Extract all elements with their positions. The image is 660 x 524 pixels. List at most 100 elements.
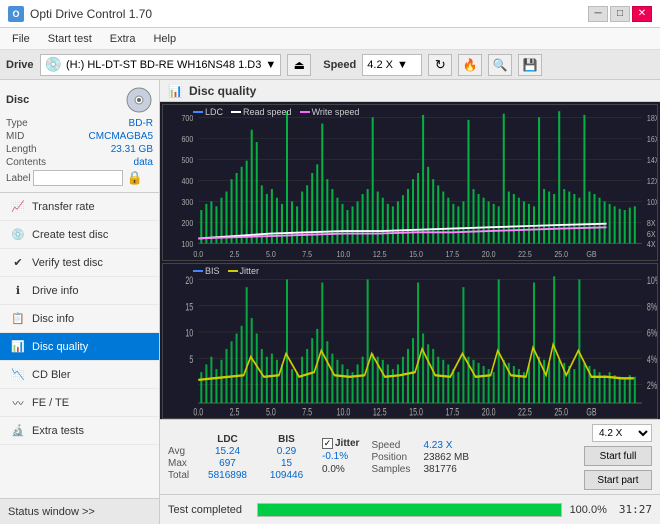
col-bis-header: BIS [259, 434, 314, 445]
svg-text:5.0: 5.0 [266, 405, 276, 417]
progress-fill [258, 504, 561, 516]
minimize-button[interactable]: ─ [588, 6, 608, 22]
svg-text:10.0: 10.0 [337, 249, 351, 259]
status-window-button[interactable]: Status window >> [0, 498, 159, 524]
app-icon: O [8, 6, 24, 22]
svg-text:GB: GB [586, 405, 596, 417]
sidebar-item-disc-quality[interactable]: 📊 Disc quality [0, 333, 159, 361]
menu-help[interactable]: Help [145, 31, 184, 47]
progress-pct: 100.0% [570, 504, 607, 516]
svg-text:700: 700 [181, 113, 193, 123]
speed-dropdown-select[interactable]: 4.2 X 2.0 X 4.0 X [592, 424, 652, 442]
svg-text:6X: 6X [647, 230, 656, 240]
fe-te-icon: 〰 [10, 395, 26, 411]
sidebar-item-fe-te[interactable]: 〰 FE / TE [0, 389, 159, 417]
svg-text:7.5: 7.5 [302, 249, 312, 259]
bottom-bar: Test completed 100.0% 31:27 [160, 494, 660, 524]
avg-label: Avg [168, 446, 196, 457]
max-jitter: 0.0% [322, 464, 345, 475]
chart2-container: BIS Jitter 20 [162, 263, 658, 420]
stats-ldc-bis: LDC BIS Avg 15.24 0.29 Max 697 15 Total … [168, 434, 314, 481]
svg-text:17.5: 17.5 [445, 249, 459, 259]
close-button[interactable]: ✕ [632, 6, 652, 22]
max-bis: 15 [259, 458, 314, 469]
total-bis: 109446 [259, 470, 314, 481]
scan-button[interactable]: 🔍 [488, 54, 512, 76]
svg-text:25.0: 25.0 [554, 249, 568, 259]
svg-text:2%: 2% [647, 379, 657, 391]
svg-text:16X: 16X [647, 134, 657, 144]
extra-tests-icon: 🔬 [10, 423, 26, 439]
max-ldc: 697 [200, 458, 255, 469]
sidebar-item-verify-test-disc[interactable]: ✔ Verify test disc [0, 249, 159, 277]
svg-text:15: 15 [185, 300, 193, 312]
label-input[interactable] [33, 170, 123, 186]
sidebar-item-create-test-disc[interactable]: 💿 Create test disc [0, 221, 159, 249]
position-label: Position [371, 452, 419, 463]
main-layout: Disc Type BD-R MID CMCMAGBA5 Length 23.3… [0, 80, 660, 524]
bis-legend: BIS [205, 266, 220, 276]
jitter-checkbox[interactable]: ✓ [322, 438, 333, 449]
menu-start-test[interactable]: Start test [40, 31, 100, 47]
mid-value: CMCMAGBA5 [89, 131, 153, 142]
ldc-legend: LDC [205, 107, 223, 117]
col-jitter-header: Jitter [335, 438, 359, 449]
chart2-legend: BIS Jitter [193, 266, 259, 276]
status-window-label: Status window >> [8, 506, 95, 518]
sidebar-label-verify-test: Verify test disc [32, 257, 103, 269]
svg-text:400: 400 [181, 176, 193, 186]
sidebar-item-drive-info[interactable]: ℹ Drive info [0, 277, 159, 305]
svg-text:15.0: 15.0 [409, 405, 423, 417]
drive-selector[interactable]: 💿 (H:) HL-DT-ST BD-RE WH16NS48 1.D3 ▼ [40, 54, 282, 76]
burn-button[interactable]: 🔥 [458, 54, 482, 76]
speed-value: 4.23 X [423, 440, 452, 451]
refresh-button[interactable]: ↻ [428, 54, 452, 76]
progress-bar [257, 503, 562, 517]
svg-text:4X: 4X [647, 239, 656, 249]
read-speed-legend: Read speed [243, 107, 292, 117]
menu-file[interactable]: File [4, 31, 38, 47]
max-label: Max [168, 458, 196, 469]
save-button[interactable]: 💾 [518, 54, 542, 76]
sidebar-label-disc-info: Disc info [32, 313, 74, 325]
cd-bler-icon: 📉 [10, 367, 26, 383]
eject-button[interactable]: ⏏ [287, 54, 311, 76]
avg-bis: 0.29 [259, 446, 314, 457]
col-ldc-header: LDC [200, 434, 255, 445]
start-full-button[interactable]: Start full [584, 446, 652, 466]
label-icon[interactable]: 🔒 [126, 170, 142, 186]
drive-value: (H:) HL-DT-ST BD-RE WH16NS48 1.D3 [66, 59, 261, 71]
svg-text:2.5: 2.5 [230, 405, 240, 417]
sidebar-item-transfer-rate[interactable]: 📈 Transfer rate [0, 193, 159, 221]
stats-speed: Speed 4.23 X Position 23862 MB Samples 3… [371, 440, 469, 475]
drive-info-icon: ℹ [10, 283, 26, 299]
speed-selector[interactable]: 4.2 X ▼ [362, 54, 422, 76]
sidebar-item-extra-tests[interactable]: 🔬 Extra tests [0, 417, 159, 445]
sidebar-item-cd-bler[interactable]: 📉 CD Bler [0, 361, 159, 389]
label-label: Label [6, 173, 30, 184]
drive-bar: Drive 💿 (H:) HL-DT-ST BD-RE WH16NS48 1.D… [0, 50, 660, 80]
sidebar-item-disc-info[interactable]: 📋 Disc info [0, 305, 159, 333]
title-bar-left: O Opti Drive Control 1.70 [8, 6, 152, 22]
svg-text:300: 300 [181, 197, 193, 207]
svg-text:10%: 10% [647, 274, 657, 286]
svg-text:2.5: 2.5 [230, 249, 240, 259]
svg-text:8X: 8X [647, 218, 656, 228]
svg-text:25.0: 25.0 [554, 405, 568, 417]
svg-text:22.5: 22.5 [518, 249, 532, 259]
svg-text:10.0: 10.0 [337, 405, 351, 417]
disc-icon [125, 86, 153, 114]
sidebar-label-extra-tests: Extra tests [32, 425, 84, 437]
sidebar-label-transfer-rate: Transfer rate [32, 201, 95, 213]
speed-label: Speed [371, 440, 419, 451]
chart2-svg: 20 15 10 5 10% 8% 6% 4% 2% 0.0 2.5 5.0 7… [163, 264, 657, 419]
maximize-button[interactable]: □ [610, 6, 630, 22]
start-part-button[interactable]: Start part [584, 470, 652, 490]
svg-text:6%: 6% [647, 327, 657, 339]
svg-text:100: 100 [181, 239, 193, 249]
svg-text:8%: 8% [647, 300, 657, 312]
content-area: 📊 Disc quality LDC Read speed [160, 80, 660, 524]
menu-extra[interactable]: Extra [102, 31, 144, 47]
svg-text:600: 600 [181, 134, 193, 144]
position-value: 23862 MB [423, 452, 469, 463]
